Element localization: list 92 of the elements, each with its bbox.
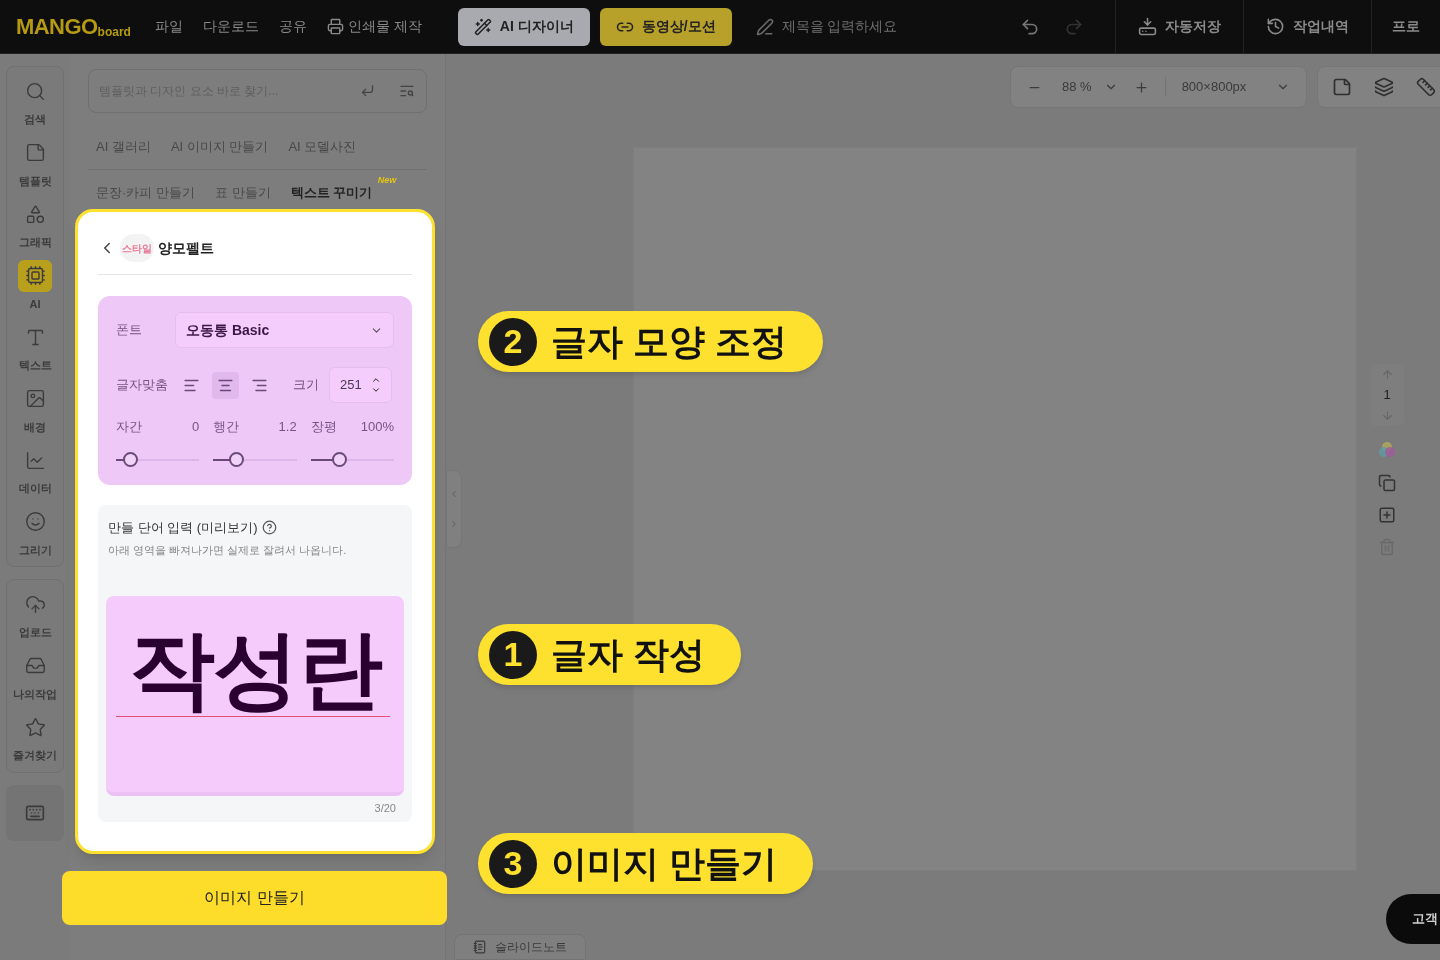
add-page-icon[interactable] — [1378, 505, 1396, 524]
page-number: 1 — [1383, 386, 1391, 404]
font-select[interactable]: 오동통 Basic — [175, 312, 394, 348]
rail-item[interactable]: AI — [7, 259, 63, 312]
slider-reading: 0 — [192, 418, 200, 436]
rail-item[interactable]: 배경 — [7, 382, 63, 435]
style-badge: 스타일 — [120, 234, 154, 262]
size-stepper[interactable]: 251 — [329, 367, 392, 403]
page-size[interactable]: 800×800px — [1164, 77, 1247, 97]
slider-label: 행간 — [213, 418, 240, 436]
size-label: 크기 — [293, 376, 319, 395]
make-image-button[interactable]: 이미지 만들기 — [62, 871, 447, 925]
down-icon[interactable] — [371, 385, 381, 395]
title-field[interactable]: 제목을 입력하세요 — [781, 16, 982, 37]
font-label: 폰트 — [116, 321, 143, 340]
slider-thumb[interactable] — [332, 451, 347, 467]
step-number: 3 — [489, 839, 537, 888]
slider-thumb[interactable] — [123, 451, 139, 467]
style-title: 양모펠트 — [158, 238, 214, 258]
enter-icon[interactable] — [360, 83, 375, 98]
align-button[interactable] — [212, 371, 239, 399]
zoom-in-icon[interactable] — [1133, 79, 1149, 95]
plan-button[interactable]: 프로 — [1371, 0, 1440, 53]
chevron-right-icon — [449, 519, 459, 529]
favorite-icon — [24, 716, 46, 738]
upload-icon — [24, 593, 46, 615]
help-icon[interactable] — [261, 519, 277, 535]
keyboard-button[interactable] — [6, 784, 64, 841]
slider-track[interactable] — [116, 451, 200, 467]
wand-icon — [473, 17, 492, 36]
undo-icon[interactable] — [1019, 16, 1040, 37]
copy-icon[interactable] — [1378, 473, 1396, 492]
template-icon — [24, 142, 46, 163]
char-counter: 3/20 — [373, 800, 397, 816]
save-icon — [1138, 17, 1157, 36]
ruler-icon[interactable] — [1416, 77, 1436, 97]
align-label: 글자맞춤 — [116, 376, 168, 395]
callout-text: 이미지 만들기 — [551, 841, 777, 886]
step-number: 1 — [489, 630, 537, 679]
rail-item[interactable]: 나의작업 — [7, 649, 63, 702]
notes-icon — [473, 940, 487, 954]
logo: MANGOboard — [15, 15, 132, 38]
slider-reading: 100% — [360, 418, 394, 436]
rail-item[interactable]: 업로드 — [7, 588, 63, 641]
toolbar-action[interactable]: 자동저장 — [1115, 0, 1243, 53]
rail-item[interactable]: 검색 — [7, 75, 63, 128]
word-input[interactable]: 작성란 — [106, 595, 404, 796]
notes-tab[interactable]: 슬라이드노트 — [454, 934, 586, 960]
slider-track[interactable] — [213, 451, 297, 467]
rail-item[interactable]: 템플릿 — [7, 136, 63, 189]
layers-icon[interactable] — [1374, 77, 1394, 97]
menu-item[interactable]: 다운로드 — [202, 16, 259, 37]
toolbar-action[interactable]: 작업내역 — [1243, 0, 1371, 53]
background-icon — [24, 388, 46, 409]
new-label: New — [377, 175, 397, 185]
help-button[interactable]: 고객 — [1386, 894, 1440, 944]
pen-icon — [755, 17, 774, 36]
data-icon — [24, 449, 46, 471]
slider-reading: 1.2 — [278, 418, 297, 436]
history-icon — [1266, 17, 1285, 36]
printer-icon — [326, 18, 344, 35]
slider-label: 자간 — [116, 418, 142, 436]
up-icon[interactable] — [371, 375, 381, 385]
rail-item[interactable]: 그리기 — [7, 505, 63, 558]
mode-button[interactable]: AI 디자이너 — [457, 7, 590, 46]
rail-item[interactable]: 즐겨찾기 — [7, 711, 63, 764]
input-hint: 아래 영역을 빠져나가면 실제로 잘려서 나옵니다. — [107, 543, 348, 558]
rail-item[interactable]: 텍스트 — [7, 321, 63, 374]
note-icon[interactable] — [1332, 77, 1352, 97]
callout-text: 글자 모양 조정 — [551, 319, 787, 364]
menu-item[interactable]: 파일 — [154, 16, 183, 37]
callout-text: 글자 작성 — [551, 632, 705, 677]
mywork-icon — [24, 655, 46, 676]
zoom-level[interactable]: 88 % — [1062, 77, 1092, 97]
draw-icon — [24, 511, 46, 532]
chevron-left-icon — [449, 489, 459, 499]
mode-button[interactable]: 동영상/모션 — [599, 7, 732, 46]
rail-item[interactable]: 데이터 — [7, 444, 63, 497]
rail-item[interactable]: 그래픽 — [7, 198, 63, 251]
color-icon[interactable] — [1377, 439, 1397, 460]
menu-item[interactable]: 공유 — [278, 16, 307, 37]
menu-item[interactable]: 인쇄물 제작 — [326, 16, 422, 37]
slider-track[interactable] — [310, 451, 394, 467]
collapse-handle[interactable] — [446, 470, 462, 548]
slider-label: 장평 — [310, 418, 337, 436]
search-icon — [24, 80, 46, 102]
ai-icon — [24, 265, 46, 286]
search-icon[interactable] — [399, 83, 415, 99]
slider-thumb[interactable] — [228, 451, 244, 467]
graphic-icon — [24, 203, 46, 225]
input-label: 만들 단어 입력 (미리보기) — [108, 518, 258, 537]
step-number: 2 — [489, 317, 537, 366]
